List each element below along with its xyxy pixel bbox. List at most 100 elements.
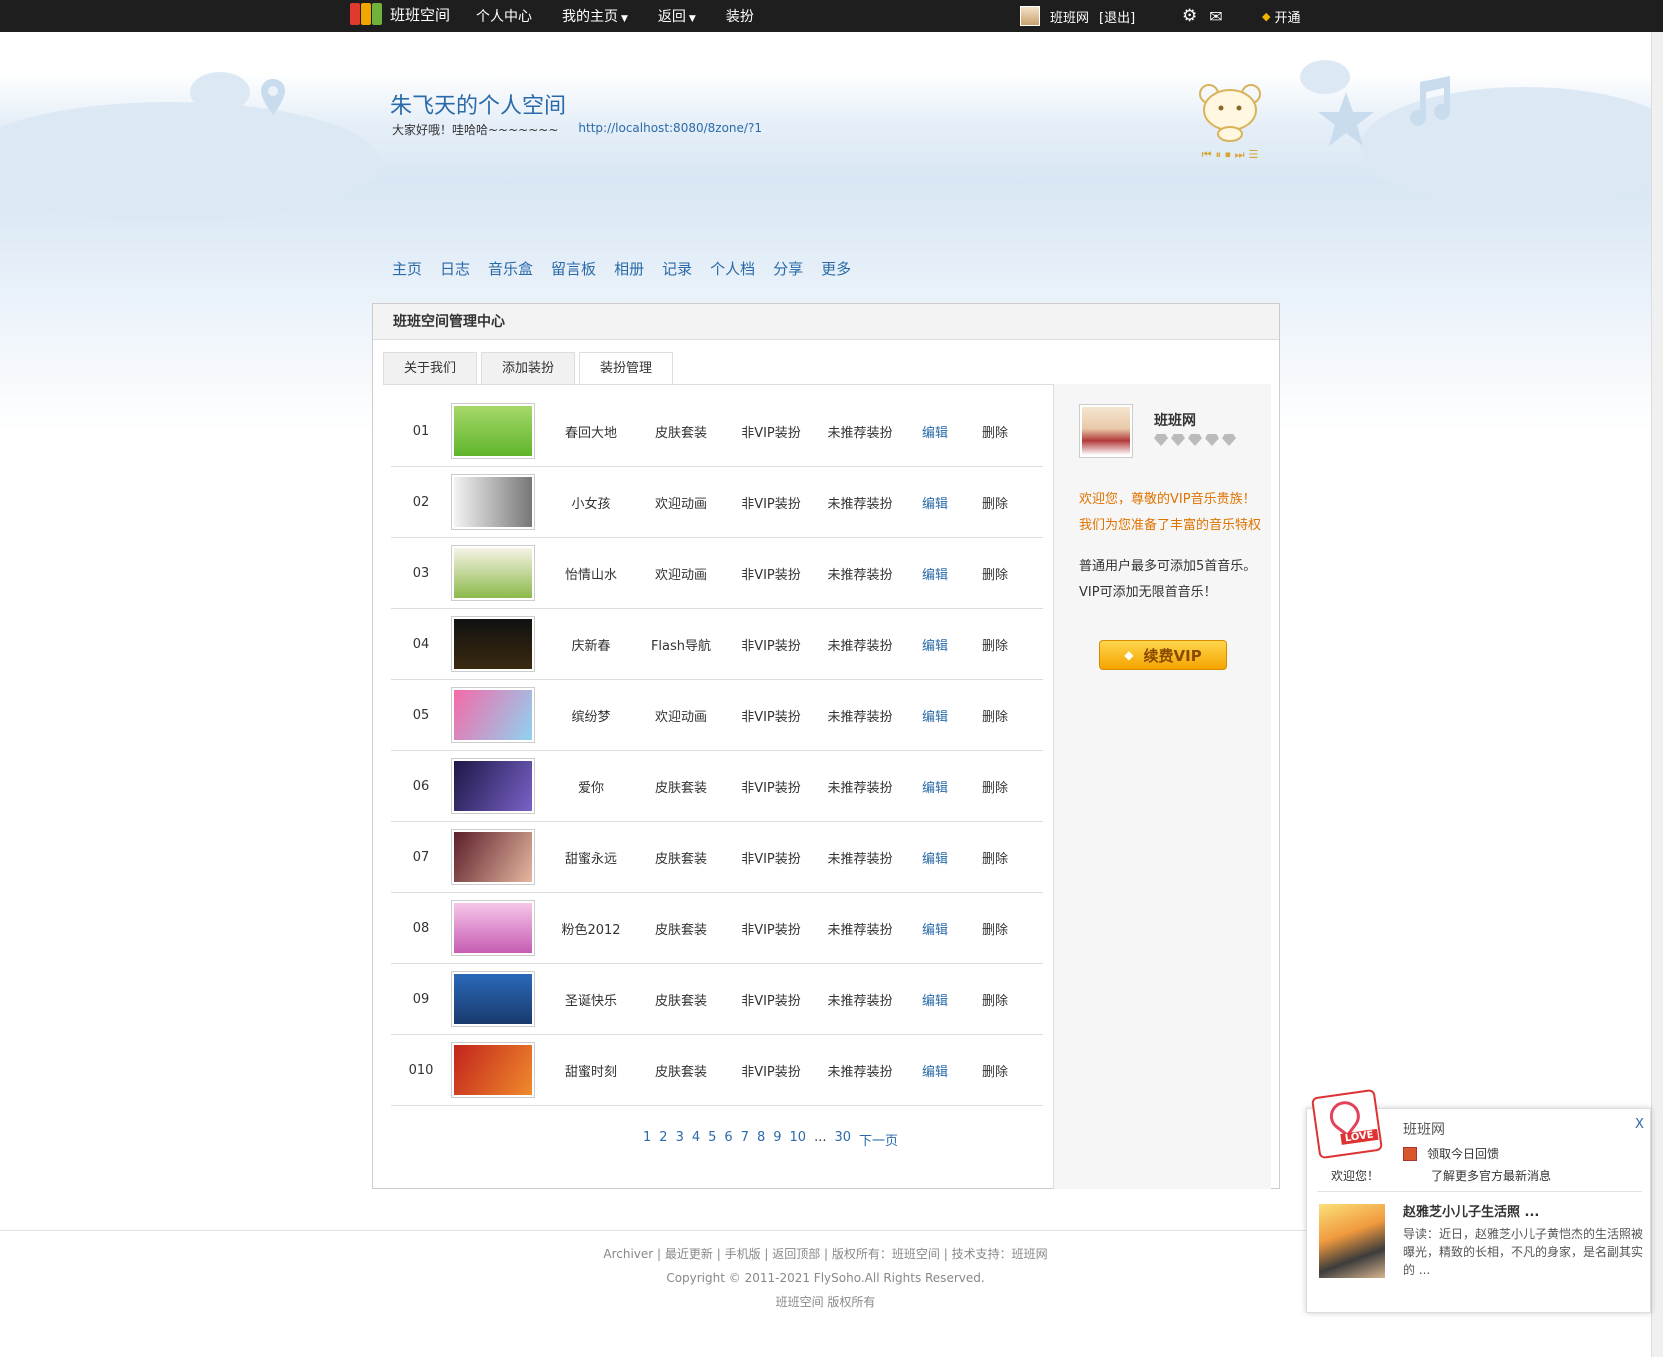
logout-link[interactable]: [退出] <box>1099 7 1135 26</box>
user-avatar[interactable] <box>1020 6 1040 26</box>
gear-icon[interactable]: ⚙ <box>1182 6 1197 26</box>
main-nav-item[interactable]: 日志 <box>440 258 470 279</box>
vip-open-label: 开通 <box>1274 10 1301 26</box>
main-nav-item[interactable]: 个人档 <box>710 258 755 279</box>
page-link[interactable]: 5 <box>708 1130 716 1149</box>
delete-link[interactable]: 删除 <box>967 564 1023 583</box>
page-link[interactable]: 3 <box>676 1130 684 1149</box>
edit-link[interactable]: 编辑 <box>903 777 967 796</box>
sidebar-avatar[interactable] <box>1079 404 1133 458</box>
skin-thumbnail[interactable] <box>451 900 535 956</box>
mail-icon[interactable]: ✉ <box>1209 7 1222 26</box>
top-nav-item[interactable]: 个人中心 <box>476 6 532 26</box>
edit-link[interactable]: 编辑 <box>903 919 967 938</box>
site-url-link[interactable]: http://localhost:8080/8zone/?1 <box>578 121 762 138</box>
skin-name: 甜蜜永远 <box>564 851 617 867</box>
main-nav-item[interactable]: 音乐盒 <box>488 258 533 279</box>
row-number: 07 <box>412 849 430 865</box>
main-nav-item[interactable]: 留言板 <box>551 258 596 279</box>
edit-link[interactable]: 编辑 <box>903 493 967 512</box>
delete-link[interactable]: 删除 <box>967 990 1023 1009</box>
page-title[interactable]: 朱飞天的个人空间 <box>390 88 566 120</box>
skin-thumbnail[interactable] <box>451 474 535 530</box>
vip-status: 非VIP装扮 <box>741 922 801 938</box>
playlist-icon[interactable]: ☰ <box>1248 148 1258 162</box>
next-page-link[interactable]: 下一页 <box>859 1130 898 1149</box>
skin-type: 欢迎动画 <box>654 567 707 583</box>
daily-gift-link[interactable]: 领取今日回馈 <box>1403 1145 1499 1162</box>
row-number: 08 <box>412 920 430 936</box>
pagination: 1 2 3 4 5 6 7 8 9 10... 30 下一页 <box>643 1130 898 1149</box>
vip-status: 非VIP装扮 <box>741 780 801 796</box>
skin-name: 怡情山水 <box>564 567 617 583</box>
edit-link[interactable]: 编辑 <box>903 635 967 654</box>
delete-link[interactable]: 删除 <box>967 1061 1023 1080</box>
edit-link[interactable]: 编辑 <box>903 848 967 867</box>
top-nav-item[interactable]: 我的主页 ▼ <box>562 6 628 26</box>
recommend-status: 未推荐装扮 <box>827 780 893 796</box>
page-link[interactable]: 10 <box>790 1130 807 1149</box>
vip-status: 非VIP装扮 <box>741 709 801 725</box>
prev-track-icon[interactable]: ⏮ <box>1202 148 1212 162</box>
site-logo[interactable]: 班班空间 <box>350 3 450 25</box>
news-image[interactable] <box>1319 1204 1385 1278</box>
love-badge-icon: LOVE <box>1310 1088 1384 1160</box>
renew-vip-button[interactable]: ◆ 续费VIP <box>1099 640 1227 670</box>
delete-link[interactable]: 删除 <box>967 777 1023 796</box>
next-track-icon[interactable]: ⏭ <box>1235 148 1245 162</box>
pause-icon[interactable]: ⏸ <box>1216 148 1222 162</box>
page-link[interactable]: 2 <box>659 1130 667 1149</box>
main-nav-item[interactable]: 记录 <box>662 258 692 279</box>
delete-link[interactable]: 删除 <box>967 422 1023 441</box>
official-news-link[interactable]: 了解更多官方最新消息 <box>1431 1167 1551 1184</box>
site-name: 班班空间 <box>390 5 451 24</box>
news-title[interactable]: 赵雅芝小儿子生活照 ... <box>1403 1201 1539 1220</box>
user-name[interactable]: 班班网 <box>1050 7 1089 26</box>
vip-open-link[interactable]: ◆ 开通 <box>1262 0 1300 32</box>
page-link[interactable]: 7 <box>741 1130 749 1149</box>
edit-link[interactable]: 编辑 <box>903 706 967 725</box>
skin-thumbnail[interactable] <box>451 616 535 672</box>
table-row: 06 爱你 皮肤套装 非VIP装扮 未推荐装扮 编辑 删除 <box>391 751 1043 822</box>
skin-thumbnail[interactable] <box>451 403 535 459</box>
delete-link[interactable]: 删除 <box>967 706 1023 725</box>
edit-link[interactable]: 编辑 <box>903 422 967 441</box>
skin-thumbnail[interactable] <box>451 758 535 814</box>
tab-0[interactable]: 关于我们 <box>383 352 478 384</box>
top-nav-item[interactable]: 返回 ▼ <box>658 6 696 26</box>
main-nav-item[interactable]: 主页 <box>392 258 422 279</box>
edit-link[interactable]: 编辑 <box>903 564 967 583</box>
page-link[interactable]: 9 <box>773 1130 781 1149</box>
vip-info-line1: 普通用户最多可添加5首音乐。 <box>1079 559 1257 574</box>
delete-link[interactable]: 删除 <box>967 493 1023 512</box>
delete-link[interactable]: 删除 <box>967 848 1023 867</box>
sidebar-user-name[interactable]: 班班网 <box>1154 410 1196 430</box>
main-nav-item[interactable]: 更多 <box>821 258 851 279</box>
main-nav: 主页 日志 音乐盒 留言板 相册 记录 个人档 分享 更多 <box>392 258 851 279</box>
skin-thumbnail[interactable] <box>451 545 535 601</box>
edit-link[interactable]: 编辑 <box>903 990 967 1009</box>
popup-close-button[interactable]: X <box>1635 1117 1644 1132</box>
scrollbar[interactable] <box>1651 32 1663 1357</box>
row-number: 03 <box>412 565 430 581</box>
skin-thumbnail[interactable] <box>451 829 535 885</box>
delete-link[interactable]: 删除 <box>967 635 1023 654</box>
main-nav-item[interactable]: 相册 <box>614 258 644 279</box>
page-link[interactable]: 6 <box>724 1130 732 1149</box>
gift-icon <box>1403 1146 1417 1161</box>
tab-1[interactable]: 添加装扮 <box>481 352 576 384</box>
page-link[interactable]: 1 <box>643 1130 651 1149</box>
stop-icon[interactable]: ⏹ <box>1225 148 1231 162</box>
skin-type: 欢迎动画 <box>654 496 707 512</box>
skin-thumbnail[interactable] <box>451 971 535 1027</box>
page-link[interactable]: 4 <box>692 1130 700 1149</box>
skin-thumbnail[interactable] <box>451 1042 535 1098</box>
top-nav-item[interactable]: 装扮 <box>726 6 754 26</box>
main-nav-item[interactable]: 分享 <box>773 258 803 279</box>
skin-thumbnail[interactable] <box>451 687 535 743</box>
page-link[interactable]: 8 <box>757 1130 765 1149</box>
delete-link[interactable]: 删除 <box>967 919 1023 938</box>
edit-link[interactable]: 编辑 <box>903 1061 967 1080</box>
page-link-last[interactable]: 30 <box>834 1130 851 1149</box>
tab-2[interactable]: 装扮管理 <box>579 352 674 384</box>
